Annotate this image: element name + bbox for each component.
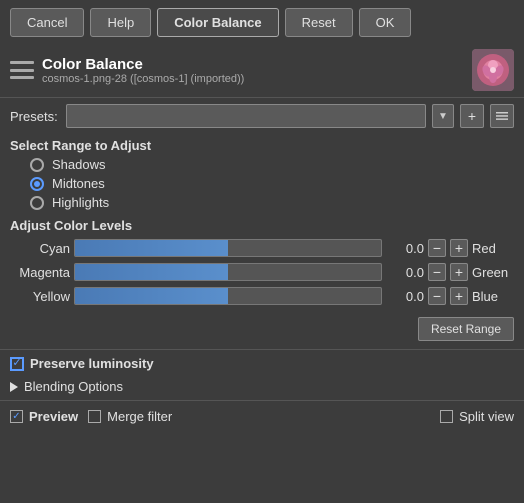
slider-plus-magenta[interactable]: + (450, 263, 468, 281)
presets-add-button[interactable]: + (460, 104, 484, 128)
slider-row-magenta: Magenta 0.0 − + Green (10, 263, 514, 281)
slider-end-yellow: Blue (472, 289, 514, 304)
header-text: Color Balance cosmos-1.png-28 ([cosmos-1… (42, 56, 464, 85)
merge-filter-checkbox[interactable] (88, 410, 101, 423)
preserve-luminosity-row: Preserve luminosity (0, 352, 524, 375)
presets-select[interactable] (66, 104, 426, 128)
radio-label-midtones: Midtones (52, 176, 105, 191)
radio-label-shadows: Shadows (52, 157, 105, 172)
slider-track-yellow[interactable] (74, 287, 382, 305)
preserve-luminosity-checkbox[interactable] (10, 357, 24, 371)
divider-1 (0, 97, 524, 98)
icon-line-2 (10, 69, 34, 72)
slider-value-cyan: 0.0 (386, 241, 424, 256)
bottom-row: Preview Merge filter Split view (0, 403, 524, 430)
slider-fill-cyan (75, 240, 228, 256)
radio-label-highlights: Highlights (52, 195, 109, 210)
preview-section: Preview (10, 409, 78, 424)
thumbnail-svg (472, 49, 514, 91)
divider-2 (0, 349, 524, 350)
slider-fill-yellow (75, 288, 228, 304)
slider-label-magenta: Magenta (10, 265, 70, 280)
preview-label: Preview (29, 409, 78, 424)
slider-end-cyan: Red (472, 241, 514, 256)
icon-line-3 (10, 76, 34, 79)
preserve-luminosity-label: Preserve luminosity (30, 356, 154, 371)
slider-minus-yellow[interactable]: − (428, 287, 446, 305)
help-button[interactable]: Help (90, 8, 151, 37)
header-title: Color Balance (42, 56, 464, 73)
slider-plus-cyan[interactable]: + (450, 239, 468, 257)
radio-shadows[interactable]: Shadows (30, 157, 514, 172)
radio-midtones[interactable]: Midtones (30, 176, 514, 191)
ok-button[interactable]: OK (359, 8, 412, 37)
slider-track-magenta[interactable] (74, 263, 382, 281)
reset-range-row: Reset Range (0, 315, 524, 347)
split-view-label: Split view (459, 409, 514, 424)
slider-fill-magenta (75, 264, 228, 280)
radio-circle-midtones (30, 177, 44, 191)
slider-value-magenta: 0.0 (386, 265, 424, 280)
top-button-bar: Cancel Help Color Balance Reset OK (0, 0, 524, 45)
color-balance-tab-button[interactable]: Color Balance (157, 8, 278, 37)
presets-dropdown-arrow[interactable]: ▼ (432, 104, 454, 128)
preview-checkbox[interactable] (10, 410, 23, 423)
radio-circle-highlights (30, 196, 44, 210)
header-subtitle: cosmos-1.png-28 ([cosmos-1] (imported)) (42, 73, 464, 85)
slider-plus-yellow[interactable]: + (450, 287, 468, 305)
slider-row-cyan: Cyan 0.0 − + Red (10, 239, 514, 257)
presets-menu-icon (495, 109, 509, 123)
slider-value-yellow: 0.0 (386, 289, 424, 304)
presets-menu-button[interactable] (490, 104, 514, 128)
header-row: Color Balance cosmos-1.png-28 ([cosmos-1… (0, 45, 524, 95)
slider-minus-magenta[interactable]: − (428, 263, 446, 281)
slider-label-yellow: Yellow (10, 289, 70, 304)
split-view-checkbox[interactable] (440, 410, 453, 423)
levels-section-label: Adjust Color Levels (0, 212, 524, 235)
reset-button[interactable]: Reset (285, 8, 353, 37)
presets-label: Presets: (10, 109, 60, 124)
reset-range-button[interactable]: Reset Range (418, 317, 514, 341)
blending-options-label: Blending Options (24, 379, 123, 394)
divider-3 (0, 400, 524, 401)
slider-minus-cyan[interactable]: − (428, 239, 446, 257)
slider-track-cyan[interactable] (74, 239, 382, 257)
merge-filter-section: Merge filter (88, 409, 172, 424)
color-balance-icon (10, 61, 34, 79)
sliders-section: Cyan 0.0 − + Red Magenta 0.0 − + Green Y… (0, 235, 524, 315)
cancel-button[interactable]: Cancel (10, 8, 84, 37)
split-view-section: Split view (440, 409, 514, 424)
blending-options-row[interactable]: Blending Options (0, 375, 524, 398)
radio-highlights[interactable]: Highlights (30, 195, 514, 210)
range-section-label: Select Range to Adjust (0, 132, 524, 155)
radio-group: Shadows Midtones Highlights (0, 155, 524, 212)
slider-label-cyan: Cyan (10, 241, 70, 256)
blending-options-triangle (10, 382, 18, 392)
presets-row: Presets: ▼ + (0, 100, 524, 132)
merge-filter-label: Merge filter (107, 409, 172, 424)
slider-end-magenta: Green (472, 265, 514, 280)
radio-circle-shadows (30, 158, 44, 172)
thumbnail-preview (472, 49, 514, 91)
icon-line-1 (10, 61, 34, 64)
slider-row-yellow: Yellow 0.0 − + Blue (10, 287, 514, 305)
